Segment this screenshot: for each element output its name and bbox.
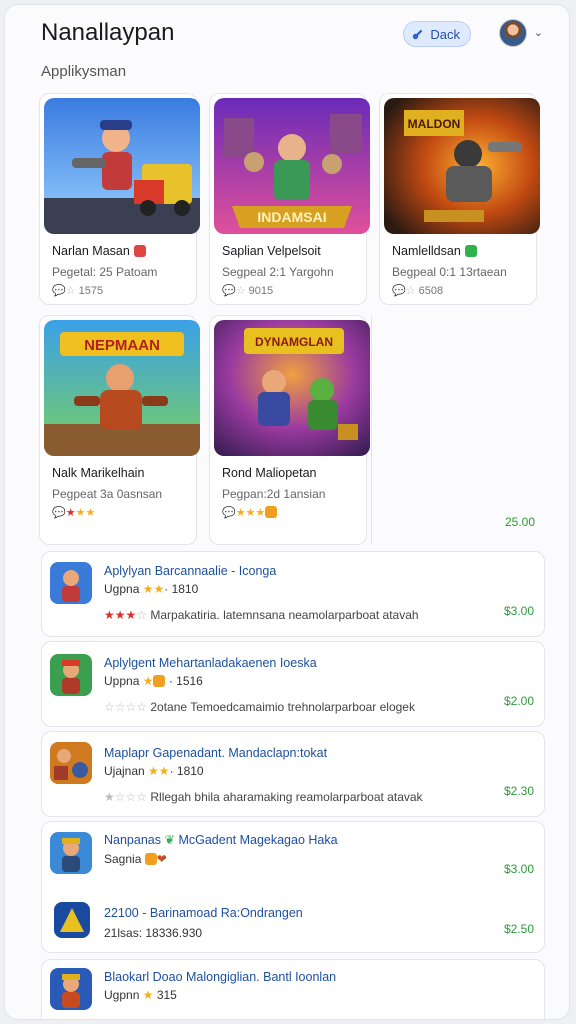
app-card-name: Namlelldsan [392,244,477,258]
app-card-image: NEPMAAN [44,320,200,456]
list-item[interactable]: Blaokarl Doao Malongiglian. Bantl Ioonla… [41,959,545,1019]
app-card[interactable]: INDAMSAI Saplian Velpelsoit Segpeal 2:1 … [209,93,370,305]
app-card-name: Rond Maliopetan [222,466,317,480]
deck-button[interactable]: Dack [403,21,471,47]
app-frame: Nanallaypan Dack ⌄ Applikysman Narlan Ma… [4,4,570,1020]
list-item-meta: 21lsas: 18336.930 [104,926,203,940]
header: Nanallaypan Dack ⌄ [41,17,543,51]
app-card-meta: Pegetal: 25 Patoam [52,265,158,279]
star-icon: ☆ [136,608,148,622]
app-card-grid: Narlan Masan Pegetal: 25 Patoam 💬☆ 1575 … [39,93,545,545]
star-icon: ★ [142,674,154,688]
list-item-price: $2.30 [503,784,534,798]
app-card-meta: Begpeal 0:1 13rtaean [392,265,507,279]
app-card-stat: 💬☆ 6508 [392,285,444,297]
coin-icon [153,675,166,687]
app-card-image: DYNAMGLAN [214,320,370,456]
star-icon: ☆ [65,285,76,297]
list-item-price: $3.00 [503,604,534,618]
app-card-image [44,98,200,234]
app-card[interactable]: DYNAMGLAN Rond Maliopetan Pegpan:2d 1ans… [209,315,370,545]
coin-icon [265,506,278,518]
comment-icon: 💬 [222,285,236,297]
star-icon: ★☆☆☆ [104,790,148,804]
app-card-meta: Pegpan:2d 1ansian [222,487,326,501]
app-card[interactable]: NEPMAAN Nalk Marikelhain Pegpeat 3a 0asn… [39,315,200,545]
svg-text:NEPMAAN: NEPMAAN [84,337,160,354]
star-icon: ★★★ [235,507,266,519]
chevron-down-icon[interactable]: ⌄ [534,26,543,39]
heart-icon: ❤ [156,852,167,866]
list-item-meta: Uppna ★ · 1516 [104,674,203,688]
list-item-desc: ☆☆☆☆ 2otane Temoedcamaimio trehnolarparb… [104,700,415,714]
app-card-image: MALDON [384,98,540,234]
comment-icon: 💬 [222,507,236,519]
app-card-name: Narlan Masan [52,244,146,258]
list-item-thumbnail [50,654,92,696]
list-item-thumbnail [50,562,92,604]
list-item-desc: ★☆☆☆ Rllegah bhila aharamaking reamolarp… [104,790,423,804]
svg-text:INDAMSAI: INDAMSAI [257,209,326,225]
list-item-meta: Sagnia ❤ [104,852,167,866]
list-item-meta: Ugpnn ★ 315 [104,988,177,1002]
list-item-price: $2.00 [503,694,534,708]
app-card-rating: 💬★★★ [222,506,278,519]
star-icon: ☆ [405,285,416,297]
app-card-meta: Segpeal 2:1 Yargohn [222,265,334,279]
leaf-icon: ❦ [164,833,175,847]
list-item-title: Nanpanas ❦ McGadent Magekagao Haka [104,833,338,847]
list-item[interactable]: Maplapr Gapenadant. Mandaclapn:tokat Uja… [41,731,545,817]
comment-icon: 💬 [52,285,66,297]
svg-text:MALDON: MALDON [408,117,461,131]
list-item-title: Aplylgent Mehartanladakaenen Ioeska [104,656,317,670]
list-item-meta: Ujajnan ★★· 1810 [104,764,204,778]
app-card-rating: 💬★★★ [52,506,95,519]
app-card-stat: 💬☆ 1575 [52,285,104,297]
star-icon: ★★★ [104,608,137,622]
list-item-thumbnail [54,902,90,938]
section-title: Applikysman [41,63,127,80]
badge-icon [133,245,146,257]
list-item-desc: ★★★☆ Marpakatiria. latemnsana neamolarpa… [104,608,419,622]
page-title: Nanallaypan [41,19,175,46]
list-item-price: $2.50 [503,922,534,936]
star-icon: ★★ [75,507,96,519]
app-card-image: INDAMSAI [214,98,370,234]
link-icon [413,29,423,40]
list-item-title: Blaokarl Doao Malongiglian. Bantl Ioonla… [104,970,337,984]
star-icon: ★ [142,988,154,1002]
avatar[interactable] [499,19,527,47]
star-icon: ☆ [235,285,246,297]
featured-price: 25.00 [504,515,535,529]
list-item-thumbnail [50,832,92,874]
list-item[interactable]: Nanpanas ❦ McGadent Magekagao Haka Sagni… [41,821,545,953]
list-item-thumbnail [50,742,92,784]
badge-icon [464,245,477,257]
featured-slot: 25.00 [371,315,545,545]
app-card-meta: Pegpeat 3a 0asnsan [52,487,163,501]
list-item[interactable]: Aplylgent Mehartanladakaenen Ioeska Uppn… [41,641,545,727]
list-item-thumbnail [50,968,92,1010]
app-card-stat: 💬☆ 9015 [222,285,274,297]
star-icon: ★★ [142,582,165,596]
app-card-name: Saplian Velpelsoit [222,244,321,258]
star-icon: ★ [65,507,76,519]
deck-button-label: Dack [430,26,460,42]
list-item-price: $3.00 [503,862,534,876]
comment-icon: 💬 [52,507,66,519]
list-item-meta: Ugpna ★★· 1810 [104,582,199,596]
list-item-title: Aplylyan Barcannaalie - Iconga [104,564,277,578]
app-card[interactable]: Narlan Masan Pegetal: 25 Patoam 💬☆ 1575 [39,93,200,305]
app-card-name: Nalk Marikelhain [52,466,145,480]
star-icon: ☆☆☆☆ [104,700,148,714]
svg-text:DYNAMGLAN: DYNAMGLAN [255,335,333,349]
list-item-title: 22100 - Barinamoad Ra:Ondrangen [104,906,303,920]
app-card[interactable]: MALDON Namlelldsan Begpeal 0:1 13rtaean … [379,93,540,305]
list-item[interactable]: Aplylyan Barcannaalie - Iconga Ugpna ★★·… [41,551,545,637]
comment-icon: 💬 [392,285,406,297]
list-item-title: Maplapr Gapenadant. Mandaclapn:tokat [104,746,328,760]
star-icon: ★★ [148,764,170,778]
coin-icon [144,853,157,865]
